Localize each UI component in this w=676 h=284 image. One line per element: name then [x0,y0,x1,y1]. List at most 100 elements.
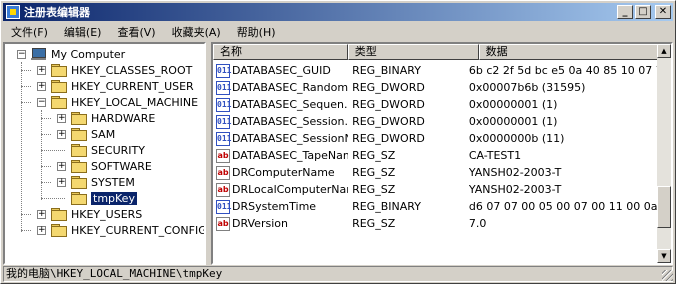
value-row[interactable]: 011 DATABASEC_Session... REG_DWORD 0x000000… [213,113,657,130]
value-type: REG_DWORD [352,98,425,111]
tree-label: HKEY_CURRENT_CONFIG [71,223,206,237]
expand-icon[interactable]: + [57,129,66,139]
value-name: DATABASEC_TapeName [232,149,349,162]
tree-item-system[interactable]: + SYSTEM [57,174,135,190]
value-type: REG_SZ [352,183,396,196]
menu-help[interactable]: 帮助(H) [229,24,284,40]
tree-item-hkey-local-machine[interactable]: − HKEY_LOCAL_MACHINE [37,94,198,110]
tree-item-tmpkey[interactable]: tmpKey [71,190,138,206]
open-folder-icon [71,192,87,205]
tree-label: SAM [91,127,116,141]
value-row[interactable]: 011 DRSystemTime REG_BINARY d6 07 07 00 05 … [213,198,657,215]
value-type: REG_SZ [352,217,396,230]
values-list-pane[interactable]: 名称 类型 数据 011 DATABASEC_GUID REG_BINARY 6b c… [211,42,673,265]
binary-value-icon: 011 [216,199,231,214]
expand-icon[interactable]: + [37,65,46,75]
expand-icon[interactable]: + [37,81,46,91]
value-type: REG_DWORD [352,132,425,145]
tree-item-hkey-current-user[interactable]: + HKEY_CURRENT_USER [37,78,194,94]
expand-icon[interactable]: + [57,161,66,171]
value-name-cell: 011 DRSystemTime [213,199,348,214]
close-button[interactable]: ✕ [655,5,671,19]
minimize-button[interactable]: _ [617,5,633,19]
binary-value-icon: 011 [216,80,231,95]
folder-icon [51,64,67,77]
value-name-cell: 011 DATABASEC_Session... [213,114,348,129]
vertical-scrollbar[interactable]: ▲ ▼ [657,44,671,263]
expand-icon[interactable]: + [37,225,46,235]
value-type: REG_SZ [352,149,396,162]
tree-label: HKEY_USERS [71,207,143,221]
tree-item-sam[interactable]: + SAM [57,126,115,142]
expand-icon[interactable]: + [37,209,46,219]
tree-label: My Computer [51,47,126,61]
value-name: DATABASEC_SessionNo [232,132,349,145]
value-type: REG_DWORD [352,81,425,94]
tree-item-hkey-users[interactable]: + HKEY_USERS [37,206,142,222]
scroll-thumb[interactable] [657,186,671,228]
value-name: DATABASEC_RandomID [232,81,349,94]
value-name-cell: 011 DATABASEC_SessionNo [213,131,349,146]
folder-icon [71,144,87,157]
value-row[interactable]: ab DRComputerName REG_SZ YANSH02-2003-T [213,164,657,181]
tree-item-software[interactable]: + SOFTWARE [57,158,152,174]
value-row[interactable]: 011 DATABASEC_SessionNo REG_DWORD 0x0000000… [213,130,657,147]
folder-icon [51,80,67,93]
value-data: 0x00000001 (1) [468,115,558,128]
folder-icon [51,224,67,237]
collapse-icon[interactable]: − [37,97,46,107]
expand-icon[interactable]: + [57,177,66,187]
value-row[interactable]: 011 DATABASEC_RandomID REG_DWORD 0x00007b6b… [213,79,657,96]
tree-item-hardware[interactable]: + HARDWARE [57,110,155,126]
tree-item-hkey-classes-root[interactable]: + HKEY_CLASSES_ROOT [37,62,192,78]
title-bar[interactable]: 注册表编辑器 _ □ ✕ [3,3,673,21]
menu-file[interactable]: 文件(F) [3,24,56,40]
collapse-icon[interactable]: − [17,49,26,59]
value-row[interactable]: abDRLocalComputerName REG_SZ YANSH02-2003-… [213,181,657,198]
menu-bar: 文件(F) 编辑(E) 查看(V) 收藏夹(A) 帮助(H) [3,23,673,41]
value-data: d6 07 07 00 05 00 07 00 11 00 0a 00 [468,200,657,213]
column-header-bar: 名称 类型 数据 [213,44,671,60]
key-tree-pane[interactable]: − My Computer + HKEY_CLASSES_ROOT + HKEY… [3,42,206,265]
string-value-icon: ab [216,148,230,163]
tree-item-my-computer[interactable]: − My Computer [17,46,125,62]
value-name-cell: ab DATABASEC_TapeName [213,148,349,163]
maximize-button[interactable]: □ [635,5,651,19]
tree-label: HKEY_CURRENT_USER [71,79,194,93]
tree-label: SOFTWARE [91,159,152,173]
value-data: 0x00007b6b (31595) [468,81,586,94]
folder-icon [71,160,87,173]
column-header-type[interactable]: 类型 [347,44,479,60]
values-list: 011 DATABASEC_GUID REG_BINARY 6b c2 2f 5d b… [213,62,657,232]
menu-edit[interactable]: 编辑(E) [56,24,110,40]
computer-icon [31,47,47,61]
value-name-cell: 011 DATABASEC_GUID [213,63,348,78]
value-name: DATABASEC_GUID [232,64,331,77]
folder-icon [71,112,87,125]
value-row[interactable]: 011 DATABASEC_Sequen... REG_DWORD 0x0000000… [213,96,657,113]
tree-item-hkey-current-config[interactable]: + HKEY_CURRENT_CONFIG [37,222,206,238]
value-type: REG_BINARY [352,64,421,77]
folder-icon [71,128,87,141]
scroll-up-button[interactable]: ▲ [657,44,671,58]
value-row[interactable]: ab DATABASEC_TapeName REG_SZ CA-TEST1 [213,147,657,164]
menu-view[interactable]: 查看(V) [109,24,163,40]
tree-label: HKEY_LOCAL_MACHINE [71,95,199,109]
scroll-down-button[interactable]: ▼ [657,249,671,263]
value-name-cell: ab DRVersion [213,216,348,231]
binary-value-icon: 011 [216,63,231,78]
folder-icon [71,176,87,189]
resize-grip[interactable] [662,270,673,281]
column-header-name[interactable]: 名称 [213,44,348,60]
column-header-data[interactable]: 数据 [478,44,671,60]
value-row[interactable]: 011 DATABASEC_GUID REG_BINARY 6b c2 2f 5d b… [213,62,657,79]
menu-favorites[interactable]: 收藏夹(A) [164,24,229,40]
value-type: REG_BINARY [352,200,421,213]
registry-editor-icon [6,5,20,19]
value-row[interactable]: ab DRVersion REG_SZ 7.0 [213,215,657,232]
expand-icon[interactable]: + [57,113,66,123]
value-data: YANSH02-2003-T [468,166,562,179]
value-data: 0x00000001 (1) [468,98,558,111]
tree-label: SECURITY [91,143,145,157]
tree-item-security[interactable]: SECURITY [71,142,145,158]
